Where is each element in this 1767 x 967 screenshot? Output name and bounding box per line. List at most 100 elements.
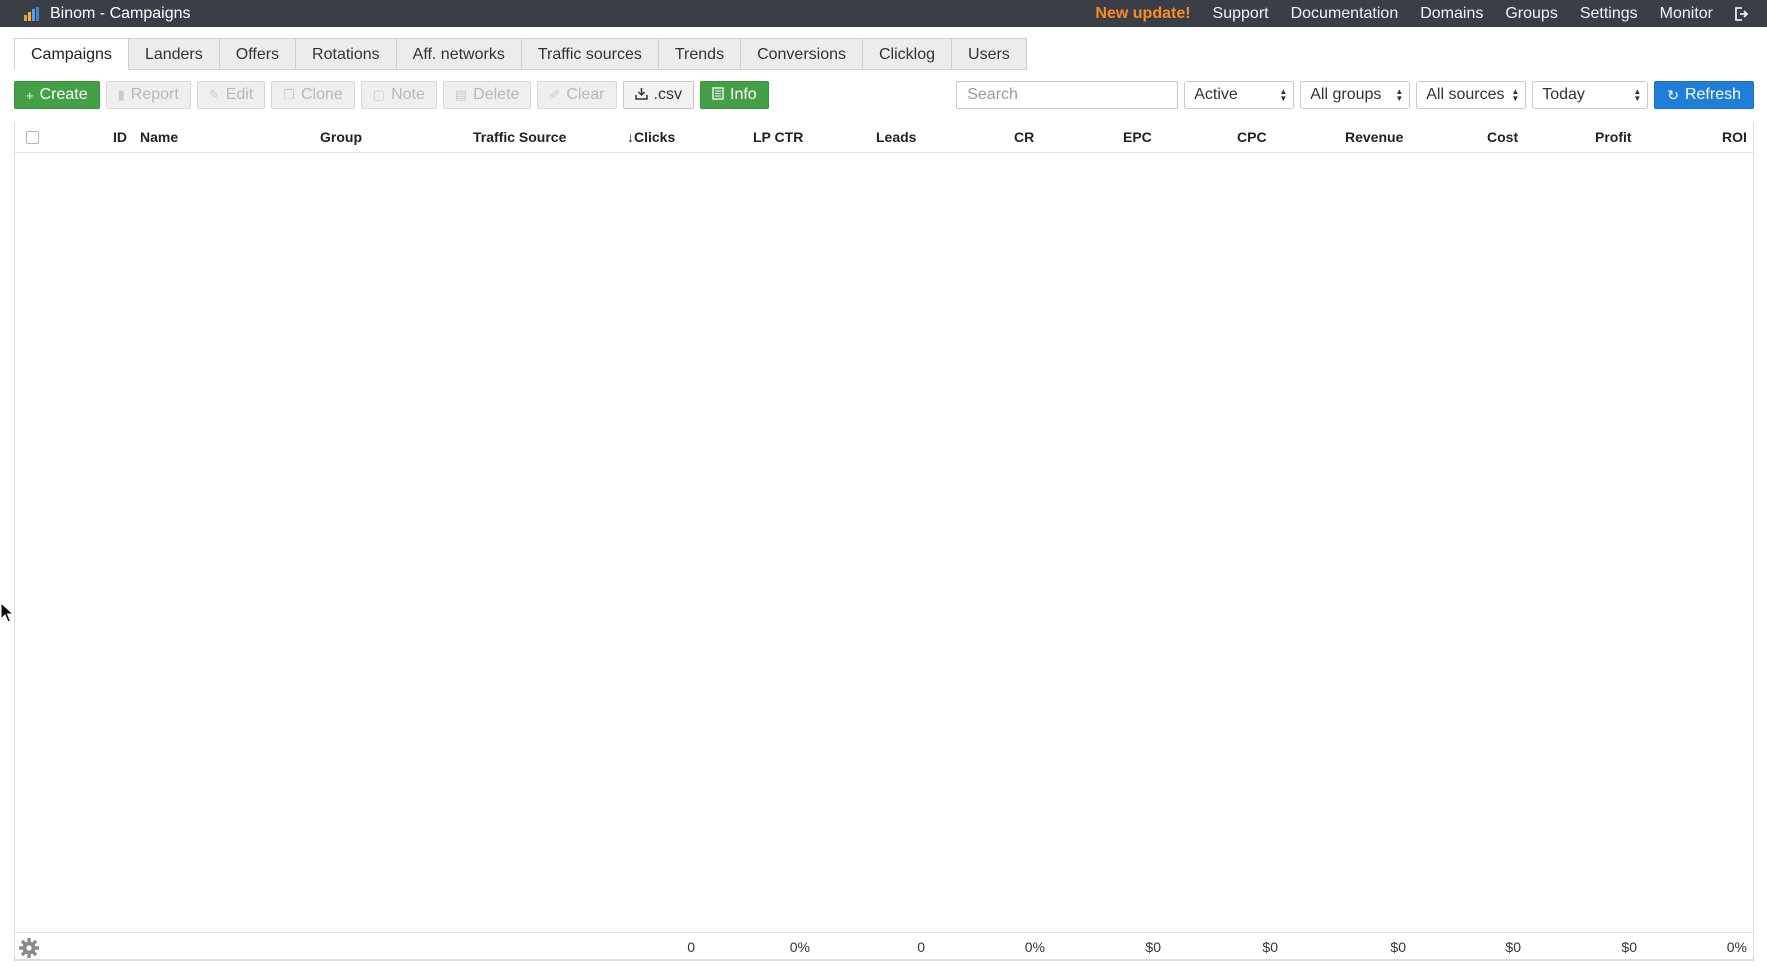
clear-label: Clear [566,86,605,103]
tab-conversions[interactable]: Conversions [741,38,863,70]
table-body-empty [15,153,1753,923]
csv-label: .csv [653,86,682,103]
column-cost[interactable]: Cost [1487,122,1518,153]
table-header: ID Name Group Traffic Source ↓Clicks LP … [15,122,1753,153]
search-input[interactable] [956,81,1179,109]
create-label: Create [39,86,88,103]
pencil-icon: ✎ [208,87,220,102]
refresh-label: Refresh [1684,86,1741,103]
column-profit[interactable]: Profit [1595,122,1632,153]
info-doc-icon [712,87,724,103]
table-totals-row: 0 0% 0 0% $0 $0 $0 $0 $0 0% [15,932,1753,961]
info-button[interactable]: Info [700,81,769,109]
action-toolbar: + Create ▮ Report ✎ Edit ❐ Clone ▢ Note … [14,81,775,109]
tab-trends[interactable]: Trends [658,38,742,70]
refresh-button[interactable]: ↻ Refresh [1654,81,1754,109]
bar-chart-icon: ▮ [117,87,125,102]
groups-value: All groups [1310,86,1382,103]
tab-offers[interactable]: Offers [219,38,297,70]
tab-traffic-sources[interactable]: Traffic sources [521,38,659,70]
column-leads[interactable]: Leads [876,122,916,153]
column-cpc[interactable]: CPC [1237,122,1267,153]
status-select[interactable]: Active ▲ ▼ [1184,81,1295,109]
nav-documentation[interactable]: Documentation [1291,5,1399,23]
column-traffic-source[interactable]: Traffic Source [473,122,566,153]
create-button[interactable]: + Create [14,81,100,109]
clear-button[interactable]: ✐ Clear [537,81,617,109]
nav-groups[interactable]: Groups [1505,5,1557,23]
report-label: Report [130,86,179,103]
total-revenue: $0 [1390,939,1406,955]
period-select[interactable]: Today ▲ ▼ [1532,81,1649,109]
select-arrows-icon: ▲ ▼ [1395,87,1404,103]
select-arrows-icon: ▲ ▼ [1633,87,1642,103]
refresh-icon: ↻ [1667,86,1679,103]
export-csv-button[interactable]: .csv [622,81,694,109]
total-roi: 0% [1726,939,1747,955]
tab-users[interactable]: Users [952,38,1027,70]
plus-icon: + [26,87,34,103]
column-name[interactable]: Name [140,122,178,153]
note-icon: ▢ [372,87,386,102]
clone-button[interactable]: ❐ Clone [271,81,355,109]
clone-label: Clone [300,86,343,103]
sources-select[interactable]: All sources ▲ ▼ [1416,81,1527,109]
nav-support[interactable]: Support [1213,5,1269,23]
tab-aff-networks[interactable]: Aff. networks [396,38,522,70]
total-epc: $0 [1145,939,1161,955]
mouse-cursor-icon [0,602,14,623]
total-lp-ctr: 0% [789,939,810,955]
column-revenue[interactable]: Revenue [1345,122,1403,153]
edit-label: Edit [225,86,254,103]
total-cost: $0 [1505,939,1521,955]
column-cr[interactable]: CR [1014,122,1034,153]
tab-rotations[interactable]: Rotations [296,38,397,70]
column-roi[interactable]: ROI [1722,122,1747,153]
edit-button[interactable]: ✎ Edit [196,81,266,109]
column-epc[interactable]: EPC [1123,122,1152,153]
filter-bar: Active ▲▼ All groups ▲▼ All sources ▲▼ T… [956,81,1754,109]
total-cpc: $0 [1262,939,1278,955]
sources-value: All sources [1426,86,1505,103]
new-update-link[interactable]: New update! [1095,5,1190,23]
total-clicks: 0 [687,939,695,955]
top-bar: Binom - Campaigns New update! Support Do… [0,0,1767,27]
nav-monitor[interactable]: Monitor [1660,5,1713,23]
logout-icon[interactable] [1733,6,1749,22]
select-all-checkbox[interactable] [26,131,39,144]
column-lp-ctr[interactable]: LP CTR [753,122,803,153]
brand[interactable]: Binom - Campaigns [24,5,191,23]
column-clicks[interactable]: ↓Clicks [627,122,675,153]
nav-settings[interactable]: Settings [1580,5,1638,23]
top-nav: New update! Support Documentation Domain… [1095,0,1749,27]
status-value: Active [1194,86,1238,103]
note-button[interactable]: ▢ Note [360,81,437,109]
select-arrows-icon: ▲ ▼ [1279,87,1288,103]
gear-icon[interactable] [18,937,40,959]
download-icon [634,87,648,103]
main-tabs: Campaigns Landers Offers Rotations Aff. … [14,38,1027,70]
select-arrows-icon: ▲ ▼ [1511,87,1520,103]
nav-domains[interactable]: Domains [1420,5,1483,23]
note-label: Note [391,86,425,103]
tab-landers[interactable]: Landers [128,38,220,70]
total-leads: 0 [917,939,925,955]
info-label: Info [730,86,757,103]
column-id[interactable]: ID [113,122,127,153]
app-title: Binom - Campaigns [50,4,191,22]
period-value: Today [1542,86,1585,103]
tab-clicklog[interactable]: Clicklog [863,38,953,70]
column-group[interactable]: Group [320,122,362,153]
sort-down-arrow-icon: ↓ [627,129,634,145]
delete-label: Delete [473,86,520,103]
column-clicks-label: Clicks [634,129,676,145]
copy-icon: ❐ [283,87,295,102]
report-button[interactable]: ▮ Report [105,81,191,109]
eraser-icon: ✐ [549,87,561,102]
total-cr: 0% [1024,939,1045,955]
delete-button[interactable]: ▤ Delete [442,81,532,109]
tab-campaigns[interactable]: Campaigns [14,38,129,70]
groups-select[interactable]: All groups ▲ ▼ [1300,81,1411,109]
binom-logo-icon [24,6,40,21]
trash-icon: ▤ [454,87,468,102]
